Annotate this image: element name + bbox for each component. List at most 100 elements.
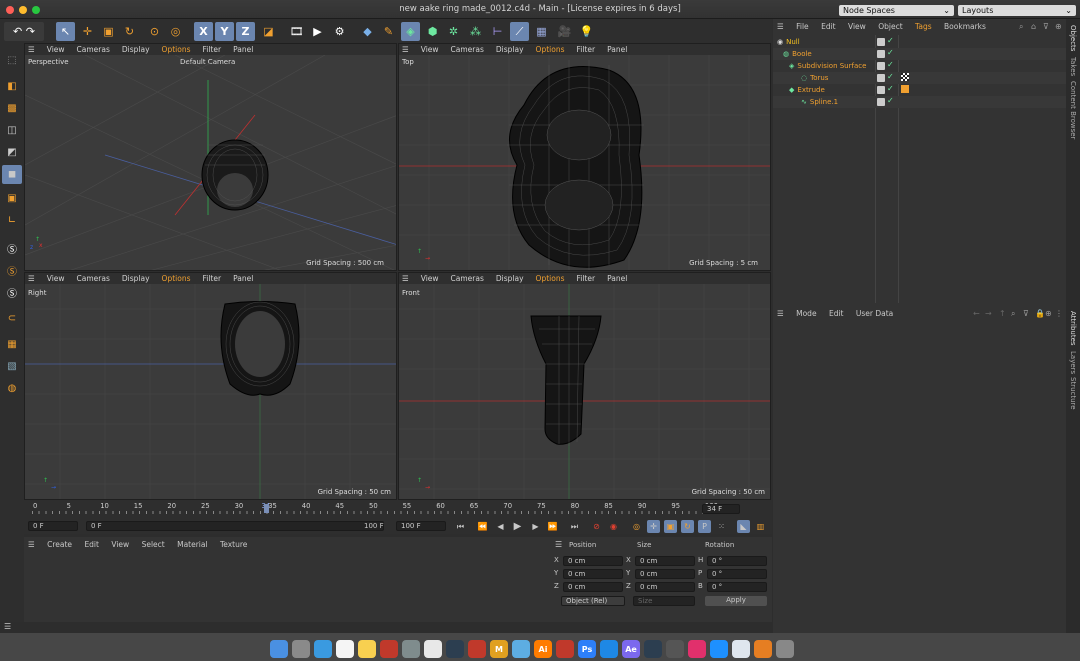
- record-icon[interactable]: ⊘: [590, 520, 603, 533]
- timeline-ruler[interactable]: 0510152025303435404550556065707580859095…: [24, 500, 772, 514]
- settings-icon[interactable]: ⋮: [1055, 309, 1063, 318]
- safari-icon[interactable]: [314, 640, 332, 658]
- menu-edit[interactable]: Edit: [821, 22, 836, 31]
- after-effects-icon[interactable]: Ae: [622, 640, 640, 658]
- scale-key-icon[interactable]: ▣: [664, 520, 677, 533]
- finder2-icon[interactable]: [512, 640, 530, 658]
- menu-edit[interactable]: Edit: [84, 540, 99, 549]
- object-name[interactable]: Subdivision Surface: [797, 62, 866, 70]
- parameter-key-icon[interactable]: P: [698, 520, 711, 533]
- workplane-icon[interactable]: ∟: [2, 211, 22, 230]
- launchpad-icon[interactable]: [292, 640, 310, 658]
- visibility-toggle[interactable]: [877, 98, 885, 106]
- menu-display[interactable]: Display: [496, 274, 524, 283]
- size-mode-dropdown[interactable]: Size: [633, 596, 695, 606]
- render-picture-viewer-icon[interactable]: ▶: [308, 22, 327, 41]
- grid-icon[interactable]: ▦: [2, 335, 22, 354]
- hamburger-icon[interactable]: ☰: [777, 309, 784, 318]
- trash-icon[interactable]: [776, 640, 794, 658]
- forward-icon[interactable]: →: [985, 309, 992, 318]
- preview-range-slider[interactable]: 0 F: [86, 521, 384, 531]
- zoom-window-button[interactable]: [32, 6, 40, 14]
- make-editable-icon[interactable]: ⬚: [2, 51, 22, 70]
- object-row[interactable]: ◌ Torus ✓: [773, 72, 1066, 84]
- menu-view[interactable]: View: [421, 45, 439, 54]
- menu-panel[interactable]: Panel: [607, 274, 627, 283]
- hamburger-icon[interactable]: ☰: [28, 540, 35, 549]
- goto-end-icon[interactable]: ⏭: [568, 520, 581, 533]
- object-row[interactable]: ◉ Null ✓: [773, 36, 1066, 48]
- home-icon[interactable]: ⌂: [1031, 22, 1036, 31]
- object-row[interactable]: ◆ Extrude ✓: [773, 84, 1066, 96]
- help-icon[interactable]: [666, 640, 684, 658]
- coordinate-system-icon[interactable]: ◪: [259, 22, 278, 41]
- x-axis-lock[interactable]: X: [194, 22, 213, 41]
- playhead[interactable]: [264, 504, 269, 513]
- next-key-icon[interactable]: ⏩: [546, 520, 559, 533]
- menu-panel[interactable]: Panel: [233, 274, 253, 283]
- lock-icon[interactable]: 🔒: [1035, 309, 1045, 318]
- visibility-toggle[interactable]: [877, 74, 885, 82]
- menu-filter[interactable]: Filter: [577, 274, 596, 283]
- timeline-window-icon[interactable]: ▥: [754, 520, 767, 533]
- filter-icon[interactable]: ⊽: [1043, 22, 1049, 31]
- model-mode-icon[interactable]: ◧: [2, 77, 22, 96]
- magnet-icon[interactable]: ⊂: [2, 309, 22, 328]
- rotation-key-icon[interactable]: ↻: [681, 520, 694, 533]
- menu-user-data[interactable]: User Data: [856, 309, 893, 318]
- quicktime-icon[interactable]: [446, 640, 464, 658]
- render-settings-icon[interactable]: ⚙: [330, 22, 349, 41]
- axis-mode-icon[interactable]: ▣: [2, 189, 22, 208]
- current-frame-field[interactable]: 34 F: [702, 504, 740, 514]
- start-frame-field[interactable]: 0 F: [28, 521, 78, 531]
- rotation-field[interactable]: 0 °: [707, 556, 767, 566]
- new-window-icon[interactable]: ⊕: [1045, 309, 1052, 318]
- undo-icon[interactable]: ↶ ↷: [4, 22, 44, 41]
- object-row[interactable]: ◈ Subdivision Surface ✓: [773, 60, 1066, 72]
- tab-takes[interactable]: Takes: [1069, 57, 1077, 76]
- menu-edit[interactable]: Edit: [829, 309, 844, 318]
- visibility-toggle[interactable]: [877, 38, 885, 46]
- layouts-dropdown[interactable]: Layouts ⌄: [958, 5, 1076, 16]
- menu-options[interactable]: Options: [162, 45, 191, 54]
- minimize-window-button[interactable]: [19, 6, 27, 14]
- size-field[interactable]: 0 cm: [635, 582, 695, 592]
- menu-panel[interactable]: Panel: [607, 45, 627, 54]
- search-icon[interactable]: ⌕: [1019, 22, 1023, 32]
- camera-icon[interactable]: 🎥: [555, 22, 574, 41]
- menu-select[interactable]: Select: [142, 540, 165, 549]
- search-icon[interactable]: ⌕: [1011, 309, 1015, 319]
- menu-mode[interactable]: Mode: [796, 309, 816, 318]
- object-name[interactable]: Extrude: [797, 86, 824, 94]
- close-window-button[interactable]: [6, 6, 14, 14]
- chrome-icon[interactable]: [424, 640, 442, 658]
- finder-icon[interactable]: [270, 640, 288, 658]
- tab-objects[interactable]: Objects: [1069, 25, 1077, 51]
- viewport-front[interactable]: ☰ View Cameras Display Options Filter Pa…: [398, 272, 771, 500]
- pla-key-icon[interactable]: ⁙: [715, 520, 728, 533]
- illustrator-icon[interactable]: Ai: [534, 640, 552, 658]
- material-tag-icon[interactable]: [901, 73, 909, 81]
- size-field[interactable]: 0 cm: [635, 556, 695, 566]
- photo-booth-icon[interactable]: [380, 640, 398, 658]
- viewport-perspective[interactable]: ☰ View Cameras Display Options Filter Pa…: [24, 43, 397, 271]
- goto-start-icon[interactable]: ⏮: [454, 520, 467, 533]
- hamburger-icon[interactable]: ☰: [555, 540, 562, 549]
- menu-bookmarks[interactable]: Bookmarks: [944, 22, 986, 31]
- rotation-field[interactable]: 0 °: [707, 569, 767, 579]
- snap-icon[interactable]: Ⓢ: [2, 239, 22, 258]
- enabled-check-icon[interactable]: ✓: [887, 48, 894, 57]
- position-field[interactable]: 0 cm: [563, 569, 623, 579]
- subdivision-icon[interactable]: ◈: [401, 22, 420, 41]
- deformer-icon[interactable]: ⊢: [488, 22, 507, 41]
- mograph-icon[interactable]: ⁂: [466, 22, 485, 41]
- menu-cameras[interactable]: Cameras: [451, 274, 484, 283]
- apply-button[interactable]: Apply: [705, 596, 767, 606]
- size-field[interactable]: 0 cm: [635, 569, 695, 579]
- cloner-icon[interactable]: ✲: [444, 22, 463, 41]
- menu-view[interactable]: View: [421, 274, 439, 283]
- menu-cameras[interactable]: Cameras: [77, 274, 110, 283]
- motion-icon[interactable]: M: [490, 640, 508, 658]
- object-name[interactable]: Torus: [810, 74, 828, 82]
- visibility-toggle[interactable]: [877, 86, 885, 94]
